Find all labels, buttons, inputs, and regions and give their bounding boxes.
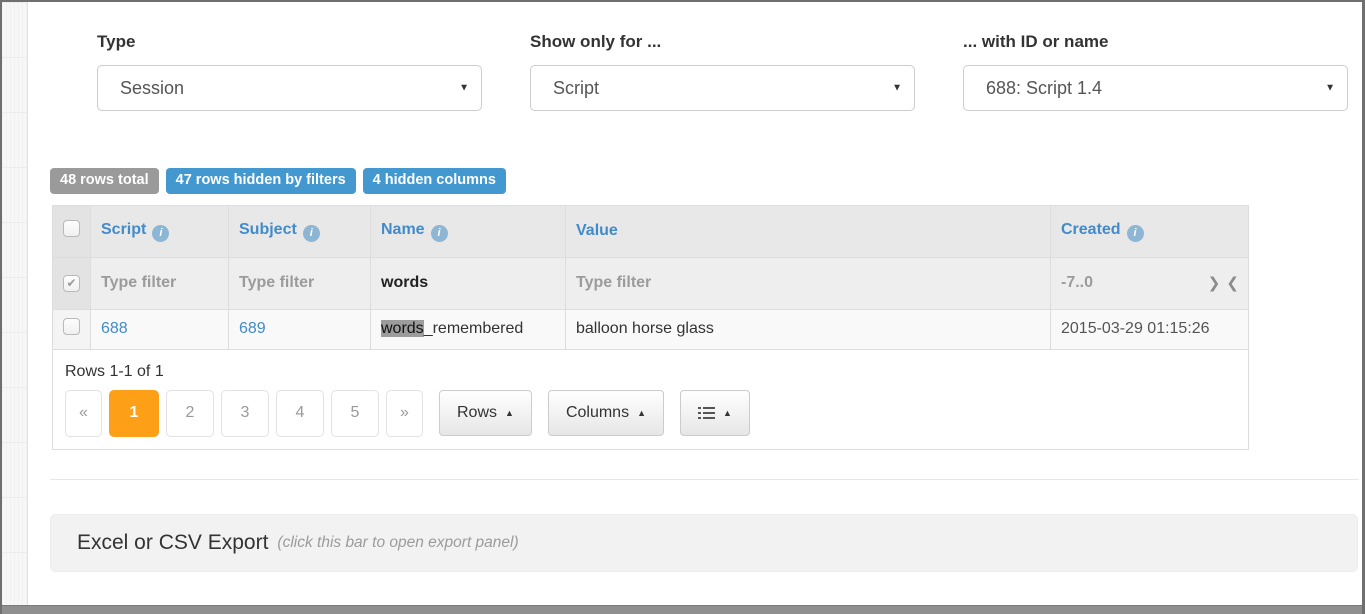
name-cell: words_remembered	[371, 309, 566, 349]
caret-up-icon: ▲	[637, 408, 646, 418]
main-content: Type Session ▼ Show only for ... Script …	[48, 32, 1359, 572]
rows-hidden-badge: 47 rows hidden by filters	[166, 168, 356, 194]
list-menu-button[interactable]: ▲	[680, 390, 750, 436]
page-2-button[interactable]: 2	[166, 390, 214, 437]
type-select[interactable]: Session ▼	[97, 65, 482, 111]
filter-show-only: Show only for ... Script ▼	[530, 32, 915, 111]
results-table-wrap: Scripti Subjecti Namei Value Createdi	[48, 205, 1359, 450]
pagination: « 1 2 3 4 5 » Rows ▲ Co	[65, 390, 1236, 437]
filter-type: Type Session ▼	[97, 32, 482, 111]
script-filter-input[interactable]	[101, 274, 218, 292]
page-prev-button[interactable]: «	[65, 390, 102, 437]
created-filter-input[interactable]	[1061, 274, 1161, 292]
show-only-select[interactable]: Script ▼	[530, 65, 915, 111]
list-icon	[698, 404, 715, 422]
filter-row-checkbox[interactable]: ✔	[63, 275, 80, 292]
created-column-label[interactable]: Created	[1061, 221, 1121, 238]
page-3-button[interactable]: 3	[221, 390, 269, 437]
rows-total-badge: 48 rows total	[50, 168, 159, 194]
value-filter-input[interactable]	[576, 274, 1040, 292]
name-match-highlight: words	[381, 320, 424, 337]
id-name-select[interactable]: 688: Script 1.4 ▼	[963, 65, 1348, 111]
info-icon[interactable]: i	[1127, 225, 1144, 242]
rows-button-label: Rows	[457, 404, 497, 422]
columns-button-label: Columns	[566, 404, 629, 422]
value-column-label[interactable]: Value	[576, 222, 618, 239]
type-select-value: Session	[120, 78, 184, 99]
show-only-label: Show only for ...	[530, 32, 915, 52]
chevron-down-icon: ▼	[459, 83, 469, 94]
rows-summary: Rows 1-1 of 1	[65, 363, 1236, 381]
table-row: 688 689 words_remembered balloon horse g…	[53, 309, 1249, 349]
name-rest: _remembered	[424, 320, 524, 337]
section-divider	[50, 479, 1359, 480]
caret-up-icon: ▲	[505, 408, 514, 418]
column-header-value[interactable]: Value	[566, 205, 1051, 257]
header-row: Scripti Subjecti Namei Value Createdi	[53, 205, 1249, 257]
select-all-checkbox[interactable]	[63, 220, 80, 237]
export-bar[interactable]: Excel or CSV Export (click this bar to o…	[50, 514, 1358, 572]
export-bar-title: Excel or CSV Export	[77, 531, 268, 555]
name-filter-input[interactable]	[381, 274, 555, 292]
rows-button[interactable]: Rows ▲	[439, 390, 532, 436]
export-bar-hint: (click this bar to open export panel)	[277, 534, 518, 552]
id-name-select-value: 688: Script 1.4	[986, 78, 1102, 99]
column-header-name[interactable]: Namei	[371, 205, 566, 257]
chevron-down-icon: ▼	[892, 83, 902, 94]
filter-id-name: ... with ID or name 688: Script 1.4 ▼	[963, 32, 1348, 111]
subject-column-label[interactable]: Subject	[239, 221, 297, 238]
page-4-button[interactable]: 4	[276, 390, 324, 437]
page-1-button[interactable]: 1	[109, 390, 159, 437]
page-5-button[interactable]: 5	[331, 390, 379, 437]
results-table: Scripti Subjecti Namei Value Createdi	[52, 205, 1249, 450]
hidden-columns-badge: 4 hidden columns	[363, 168, 506, 194]
column-header-script[interactable]: Scripti	[91, 205, 229, 257]
column-header-created[interactable]: Created i	[1051, 205, 1249, 257]
name-column-label[interactable]: Name	[381, 221, 425, 238]
check-icon: ✔	[66, 276, 76, 290]
info-icon[interactable]: i	[431, 225, 448, 242]
caret-up-icon: ▲	[723, 408, 732, 418]
status-badges: 48 rows total 47 rows hidden by filters …	[50, 168, 1359, 194]
filter-bar: Type Session ▼ Show only for ... Script …	[97, 32, 1359, 111]
type-label: Type	[97, 32, 482, 52]
script-column-label[interactable]: Script	[101, 221, 146, 238]
script-id-link[interactable]: 688	[101, 320, 128, 337]
info-icon[interactable]: i	[303, 225, 320, 242]
table-footer-row: Rows 1-1 of 1 « 1 2 3 4 5 » Rows ▲	[53, 349, 1249, 449]
created-cell: 2015-03-29 01:15:26	[1051, 309, 1249, 349]
show-only-select-value: Script	[553, 78, 599, 99]
row-checkbox[interactable]	[63, 318, 80, 335]
chevron-down-icon: ▼	[1325, 83, 1335, 94]
column-header-subject[interactable]: Subject i	[229, 205, 371, 257]
filter-row: ✔ ❯ ❮	[53, 257, 1249, 309]
value-cell: balloon horse glass	[566, 309, 1051, 349]
page-next-button[interactable]: »	[386, 390, 423, 437]
subject-filter-input[interactable]	[239, 274, 360, 292]
bottom-window-strip	[2, 605, 1362, 614]
left-gutter-strip	[2, 2, 28, 614]
id-name-label: ... with ID or name	[963, 32, 1348, 52]
info-icon[interactable]: i	[152, 225, 169, 242]
app-window: Type Session ▼ Show only for ... Script …	[0, 0, 1365, 614]
range-arrows-icon[interactable]: ❯ ❮	[1208, 274, 1240, 292]
subject-id-link[interactable]: 689	[239, 320, 266, 337]
columns-button[interactable]: Columns ▲	[548, 390, 664, 436]
